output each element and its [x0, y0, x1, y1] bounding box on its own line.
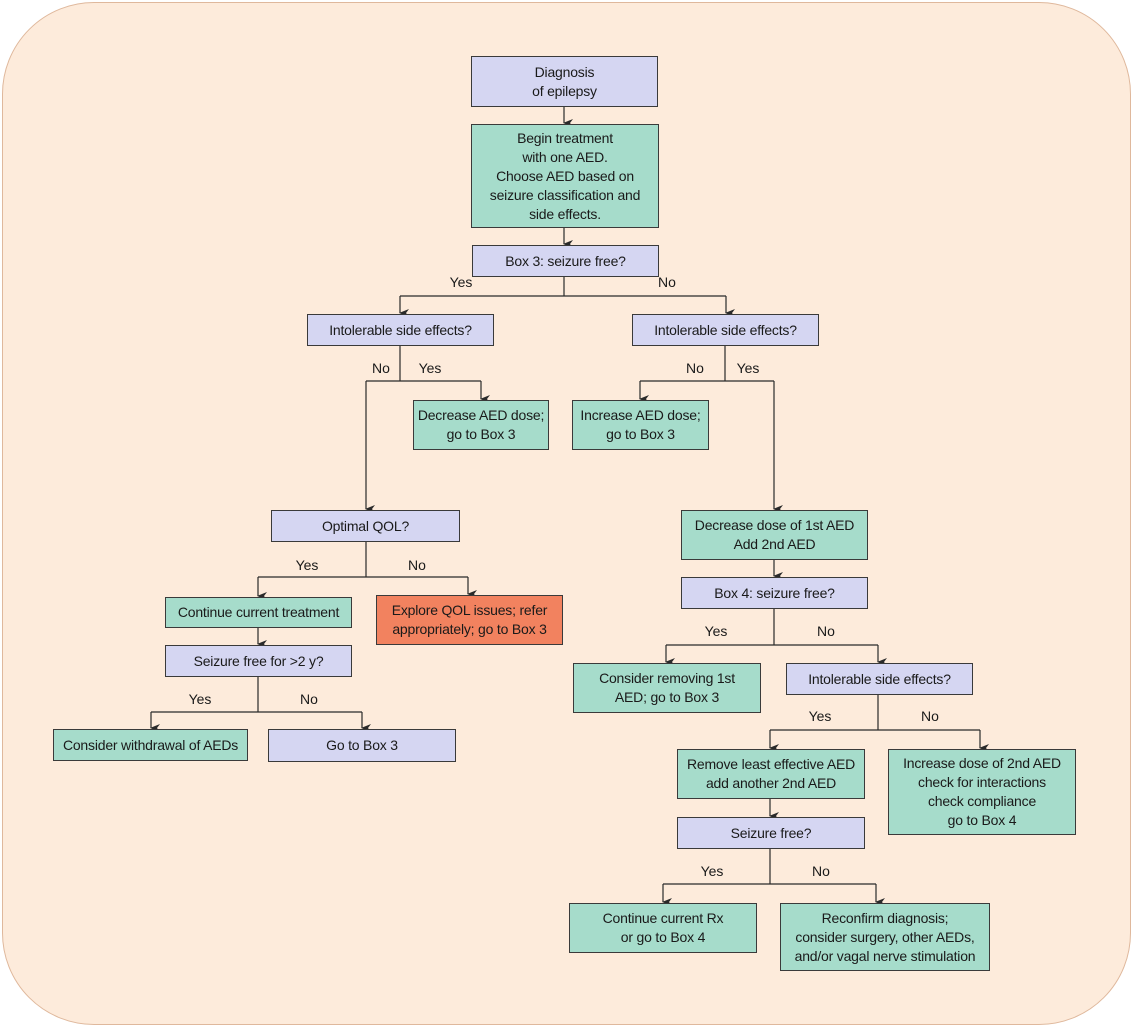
- node-decrease-1st-add-2nd: Decrease dose of 1st AED Add 2nd AED: [681, 510, 868, 560]
- edge-label-yes: Yes: [449, 274, 473, 290]
- edge-label-no: No: [372, 360, 390, 376]
- edge-label-yes: Yes: [704, 623, 728, 639]
- node-intolerable-right: Intolerable side effects?: [632, 314, 819, 346]
- edge-label-yes: Yes: [418, 360, 442, 376]
- node-begin-treatment: Begin treatment with one AED. Choose AED…: [471, 124, 659, 228]
- node-continue-current-treatment: Continue current treatment: [165, 597, 352, 628]
- node-seizure-free-2y: Seizure free for >2 y?: [165, 645, 352, 677]
- edge-label-yes: Yes: [700, 863, 724, 879]
- edge-label-no: No: [686, 360, 704, 376]
- edge-label-yes: Yes: [188, 691, 212, 707]
- node-optimal-qol: Optimal QOL?: [271, 510, 460, 542]
- edge-label-yes: Yes: [736, 360, 760, 376]
- node-diagnosis: Diagnosis of epilepsy: [471, 56, 658, 107]
- node-intolerable-left: Intolerable side effects?: [307, 314, 494, 346]
- edge-label-no: No: [921, 708, 939, 724]
- node-increase-2nd-aed: Increase dose of 2nd AED check for inter…: [888, 749, 1076, 835]
- node-decrease-aed-dose: Decrease AED dose; go to Box 3: [413, 400, 549, 450]
- node-seizure-free-final: Seizure free?: [677, 817, 865, 849]
- edge-label-yes: Yes: [808, 708, 832, 724]
- edge-label-no: No: [300, 691, 318, 707]
- edge-label-yes: Yes: [295, 557, 319, 573]
- node-continue-current-rx: Continue current Rx or go to Box 4: [569, 903, 757, 953]
- node-reconfirm-diagnosis: Reconfirm diagnosis; consider surgery, o…: [780, 903, 990, 971]
- node-consider-removing-1st: Consider removing 1st AED; go to Box 3: [573, 663, 761, 713]
- edge-label-no: No: [658, 274, 676, 290]
- edge-label-no: No: [812, 863, 830, 879]
- edge-label-no: No: [408, 557, 426, 573]
- node-intolerable-box4: Intolerable side effects?: [786, 663, 973, 695]
- node-go-to-box3: Go to Box 3: [268, 729, 456, 762]
- node-explore-qol: Explore QOL issues; refer appropriately;…: [376, 595, 563, 645]
- edge-label-no: No: [817, 623, 835, 639]
- node-consider-withdrawal: Consider withdrawal of AEDs: [53, 729, 248, 761]
- node-box4-seizure-free: Box 4: seizure free?: [681, 577, 868, 609]
- node-remove-least-effective: Remove least effective AED add another 2…: [677, 749, 865, 799]
- node-box3-seizure-free: Box 3: seizure free?: [472, 245, 659, 277]
- node-increase-aed-dose: Increase AED dose; go to Box 3: [572, 400, 709, 450]
